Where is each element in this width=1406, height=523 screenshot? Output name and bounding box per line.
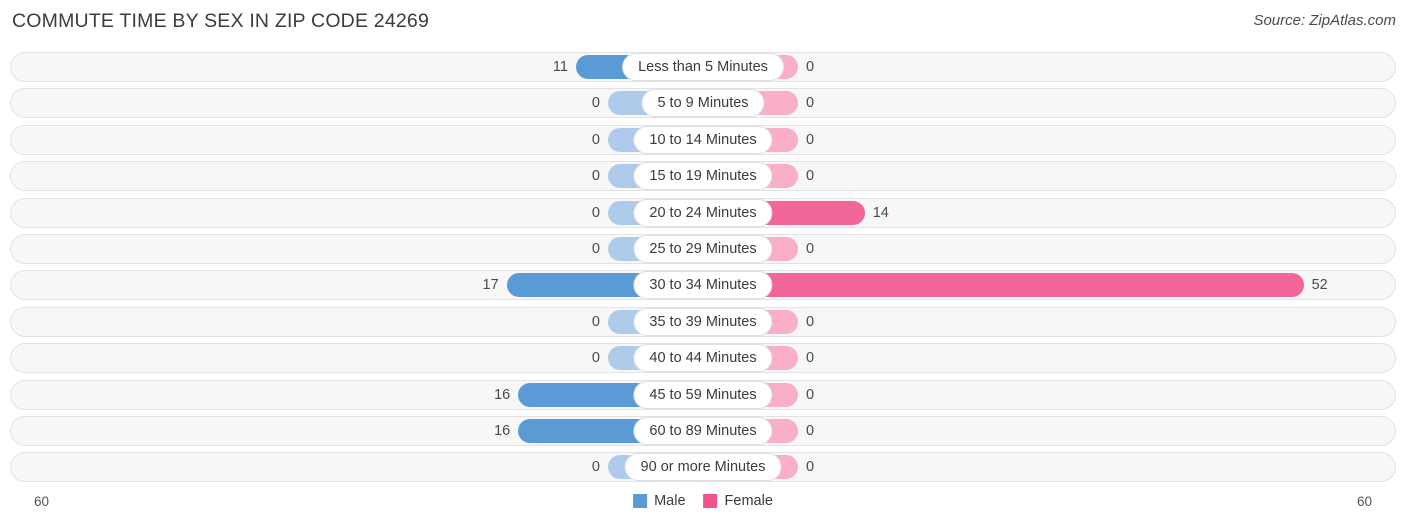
chart-row: 0 14 20 to 24 Minutes (0, 196, 1406, 232)
legend-item-male[interactable]: Male (633, 493, 686, 509)
chart-row: 17 52 30 to 34 Minutes (0, 268, 1406, 304)
axis-label-right: 60 (1356, 494, 1372, 509)
value-label-female: 0 (806, 459, 815, 476)
value-label-female: 0 (806, 313, 815, 330)
value-label-male: 11 (552, 59, 568, 75)
chart-footer: 60 60 Male Female (0, 491, 1406, 517)
chart-row: 0 0 15 to 19 Minutes (0, 159, 1406, 195)
legend-swatch-male-icon (633, 494, 648, 508)
value-label-female: 0 (806, 350, 815, 367)
axis-label-left: 60 (34, 494, 50, 509)
value-label-female: 0 (806, 95, 815, 112)
chart-row: 0 0 90 or more Minutes (0, 450, 1406, 486)
category-label: 5 to 9 Minutes (641, 89, 765, 118)
category-label: 45 to 59 Minutes (633, 380, 773, 409)
value-label-male: 0 (591, 313, 600, 330)
row-bars: 16 0 45 to 59 Minutes (0, 378, 1406, 414)
chart-header: COMMUTE TIME BY SEX IN ZIP CODE 24269 So… (0, 0, 1406, 44)
chart-row: 0 0 35 to 39 Minutes (0, 305, 1406, 341)
value-label-female: 0 (806, 240, 815, 257)
value-label-male: 0 (591, 459, 600, 476)
legend-label-female: Female (724, 493, 773, 509)
value-label-male: 0 (591, 204, 600, 221)
chart-row: 0 0 40 to 44 Minutes (0, 341, 1406, 377)
chart-page: COMMUTE TIME BY SEX IN ZIP CODE 24269 So… (0, 0, 1406, 523)
chart-row: 0 0 10 to 14 Minutes (0, 123, 1406, 159)
value-label-male: 0 (591, 95, 600, 112)
legend-label-male: Male (654, 493, 686, 509)
category-label: 20 to 24 Minutes (633, 198, 773, 227)
value-label-male: 16 (494, 422, 511, 439)
chart-row: 0 0 5 to 9 Minutes (0, 86, 1406, 122)
row-bars: 16 0 60 to 89 Minutes (0, 414, 1406, 450)
row-bars: 0 0 40 to 44 Minutes (0, 341, 1406, 377)
chart-row: 0 0 25 to 29 Minutes (0, 232, 1406, 268)
category-label: 25 to 29 Minutes (633, 234, 773, 263)
value-label-female: 0 (806, 386, 815, 403)
row-bars: 0 0 25 to 29 Minutes (0, 232, 1406, 268)
row-bars: 0 14 20 to 24 Minutes (0, 196, 1406, 232)
row-bars: 11 0 Less than 5 Minutes (0, 50, 1406, 86)
legend-item-female[interactable]: Female (703, 493, 773, 509)
page-title: COMMUTE TIME BY SEX IN ZIP CODE 24269 (12, 10, 430, 32)
category-label: 10 to 14 Minutes (633, 125, 773, 154)
chart-rows: 11 0 Less than 5 Minutes 0 0 5 to 9 Minutes 0 0… (0, 50, 1406, 487)
chart-row: 16 0 45 to 59 Minutes (0, 378, 1406, 414)
category-label: 60 to 89 Minutes (633, 416, 773, 445)
value-label-male: 0 (591, 350, 600, 367)
chart-row: 16 0 60 to 89 Minutes (0, 414, 1406, 450)
category-label: 15 to 19 Minutes (633, 162, 773, 191)
row-bars: 17 52 30 to 34 Minutes (0, 268, 1406, 304)
value-label-male: 0 (591, 240, 600, 257)
value-label-female: 52 (1311, 277, 1328, 294)
category-label: 30 to 34 Minutes (633, 271, 773, 300)
value-label-male: 16 (494, 386, 511, 403)
row-bars: 0 0 90 or more Minutes (0, 450, 1406, 486)
row-bars: 0 0 5 to 9 Minutes (0, 86, 1406, 122)
value-label-female: 0 (806, 168, 815, 185)
source-attribution: Source: ZipAtlas.com (1253, 12, 1396, 29)
chart-row: 11 0 Less than 5 Minutes (0, 50, 1406, 86)
chart-legend: Male Female (633, 493, 773, 509)
value-label-male: 0 (591, 131, 600, 148)
row-bars: 0 0 10 to 14 Minutes (0, 123, 1406, 159)
row-bars: 0 0 35 to 39 Minutes (0, 305, 1406, 341)
row-bars: 0 0 15 to 19 Minutes (0, 159, 1406, 195)
category-label: 40 to 44 Minutes (633, 344, 773, 373)
value-label-female: 0 (806, 422, 815, 439)
value-label-male: 0 (591, 168, 600, 185)
category-label: 35 to 39 Minutes (633, 307, 773, 336)
value-label-female: 14 (872, 204, 889, 221)
value-label-female: 0 (806, 131, 815, 148)
value-label-female: 0 (806, 59, 815, 75)
legend-swatch-female-icon (703, 494, 718, 508)
value-label-male: 17 (482, 277, 499, 294)
category-label: 90 or more Minutes (624, 453, 782, 482)
category-label: Less than 5 Minutes (622, 53, 784, 81)
bar-female[interactable] (703, 273, 1304, 298)
